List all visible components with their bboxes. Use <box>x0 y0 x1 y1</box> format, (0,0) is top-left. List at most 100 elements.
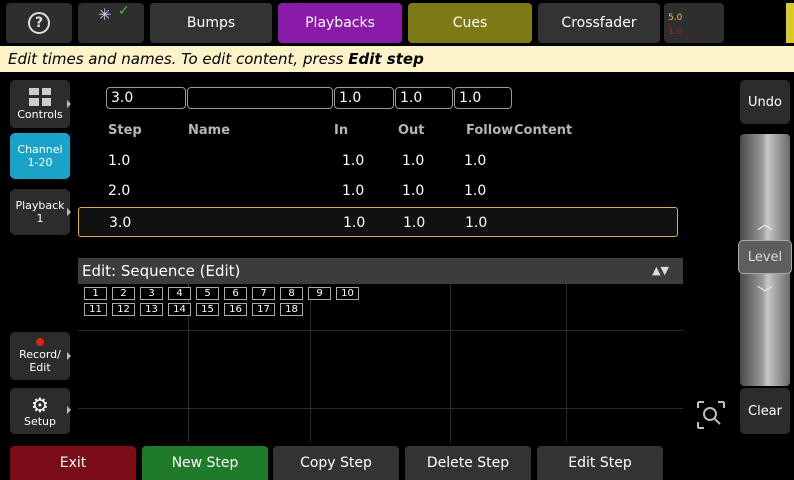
sequence-step-box[interactable]: 1 <box>84 287 107 300</box>
delete-step-button[interactable]: Delete Step <box>405 446 531 480</box>
sidebar-item-label: Channel <box>17 143 63 156</box>
new-step-button[interactable]: New Step <box>142 446 268 480</box>
edit-step-button[interactable]: Edit Step <box>537 446 663 480</box>
column-header-name: Name <box>188 123 231 138</box>
sequence-step-box[interactable]: 9 <box>308 287 331 300</box>
cell-out: 1.0 <box>402 153 425 169</box>
sequence-step-box[interactable]: 5 <box>196 287 219 300</box>
sequence-step-box[interactable]: 15 <box>196 303 219 316</box>
tab-cues[interactable]: Cues <box>408 3 532 43</box>
top-bar: ? ✳ ✓ Bumps Playbacks Cues Crossfader 5.… <box>0 0 794 46</box>
chevron-right-icon <box>67 100 71 108</box>
tab-bumps[interactable]: Bumps <box>150 3 272 43</box>
sequence-step-box[interactable]: 8 <box>280 287 303 300</box>
table-row[interactable]: 2.0 1.0 1.0 1.0 <box>78 176 678 206</box>
chevron-up-icon[interactable]: ︿ <box>750 210 780 233</box>
cell-follow: 1.0 <box>464 153 487 169</box>
sidebar-item-playback[interactable]: Playback 1 <box>10 189 70 235</box>
cell-follow: 1.0 <box>465 215 488 231</box>
grid-line <box>566 284 567 442</box>
cell-step: 1.0 <box>108 153 131 169</box>
sidebar-item-label: Setup <box>23 414 57 428</box>
exit-button[interactable]: Exit <box>10 446 136 480</box>
sequence-header[interactable]: Edit: Sequence (Edit) ▲▼ <box>78 258 683 284</box>
chevron-right-icon <box>67 406 71 414</box>
cell-in: 1.0 <box>343 215 366 231</box>
hint-bold: Edit step <box>348 50 424 68</box>
sun-icon: ✳ <box>98 5 112 24</box>
column-header-content: Content <box>514 123 573 138</box>
step-field[interactable]: 3.0 <box>106 87 186 109</box>
grid-line <box>310 284 311 442</box>
sequence-step-box[interactable]: 16 <box>224 303 247 316</box>
tab-playbacks[interactable]: Playbacks <box>278 3 402 43</box>
tab-crossfader[interactable]: Crossfader <box>538 3 660 43</box>
sidebar-item-sublabel: 1-20 <box>27 156 53 169</box>
name-field[interactable] <box>187 87 333 109</box>
in-time-field[interactable]: 1.0 <box>334 87 394 109</box>
sidebar-item-setup[interactable]: ⚙ Setup <box>10 388 70 434</box>
copy-step-button[interactable]: Copy Step <box>273 446 399 480</box>
chevron-down-icon[interactable]: ﹀ <box>750 280 780 303</box>
undo-button[interactable]: Undo <box>740 80 790 124</box>
fade-readout[interactable]: 5.0 1.0 <box>664 3 724 43</box>
sequence-step-box[interactable]: 14 <box>168 303 191 316</box>
grid-line <box>78 408 683 409</box>
grid-line <box>78 330 683 331</box>
sequence-step-box[interactable]: 10 <box>336 287 359 300</box>
sidebar-item-label: Controls <box>17 107 63 121</box>
gear-icon: ⚙ <box>31 392 49 417</box>
column-header-out: Out <box>398 123 425 138</box>
sequence-step-box[interactable]: 11 <box>84 303 107 316</box>
sequence-step-box[interactable]: 18 <box>280 303 303 316</box>
grid-line <box>450 284 451 442</box>
table-row[interactable]: 1.0 1.0 1.0 1.0 <box>78 146 678 176</box>
sequence-step-box[interactable]: 4 <box>168 287 191 300</box>
column-header-in: In <box>334 123 349 138</box>
clear-button[interactable]: Clear <box>740 388 790 434</box>
cell-step: 2.0 <box>108 183 131 199</box>
level-button[interactable]: Level <box>738 240 792 274</box>
sequence-step-box[interactable]: 2 <box>112 287 135 300</box>
cell-in: 1.0 <box>342 153 365 169</box>
check-icon: ✓ <box>118 3 130 19</box>
zoom-fit-icon[interactable] <box>696 400 726 430</box>
sequence-step-box[interactable]: 3 <box>140 287 163 300</box>
column-header-step: Step <box>108 123 142 138</box>
chevron-right-icon <box>67 352 71 360</box>
cell-follow: 1.0 <box>464 183 487 199</box>
sequence-step-box[interactable]: 13 <box>140 303 163 316</box>
out-time-field[interactable]: 1.0 <box>395 87 453 109</box>
sidebar-item-sublabel: Edit <box>29 361 51 374</box>
status-strip[interactable] <box>786 3 794 43</box>
sequence-step-box[interactable]: 6 <box>224 287 247 300</box>
help-icon: ? <box>28 12 50 34</box>
chevron-right-icon <box>67 208 71 216</box>
sidebar-item-channel[interactable]: Channel 1-20 <box>10 133 70 179</box>
sidebar-item-label: Playback <box>15 199 65 212</box>
hint-text: Edit times and names. To edit content, p… <box>8 50 349 68</box>
sidebar-item-controls[interactable]: Controls <box>10 80 70 128</box>
status-button[interactable]: ✳ ✓ <box>78 3 144 43</box>
cell-out: 1.0 <box>403 215 426 231</box>
column-header-follow: Follow <box>466 123 514 138</box>
sidebar-item-record-edit[interactable]: Record/ Edit <box>10 332 70 380</box>
sidebar-item-sublabel: 1 <box>36 212 44 225</box>
follow-time-field[interactable]: 1.0 <box>454 87 512 109</box>
expand-collapse-icon[interactable]: ▲▼ <box>652 258 669 284</box>
table-row-selected[interactable]: 3.0 1.0 1.0 1.0 <box>78 207 678 237</box>
cell-in: 1.0 <box>342 183 365 199</box>
sequence-title: Edit: Sequence (Edit) <box>82 262 241 280</box>
help-button[interactable]: ? <box>6 3 72 43</box>
sequence-step-box[interactable]: 12 <box>112 303 135 316</box>
cell-step: 3.0 <box>109 215 132 231</box>
right-panel: Undo ︿ Level ﹀ Clear <box>690 80 794 442</box>
sequence-step-box[interactable]: 17 <box>252 303 275 316</box>
hint-bar: Edit times and names. To edit content, p… <box>0 46 794 72</box>
sequence-step-box[interactable]: 7 <box>252 287 275 300</box>
fade-time-top: 5.0 <box>668 13 683 23</box>
record-icon <box>36 338 44 346</box>
sequence-panel: Edit: Sequence (Edit) ▲▼ 1 2 3 4 5 6 7 8 9 10 11 12… <box>78 258 683 442</box>
sidebar-item-label: Record/ <box>19 348 61 361</box>
cell-out: 1.0 <box>402 183 425 199</box>
